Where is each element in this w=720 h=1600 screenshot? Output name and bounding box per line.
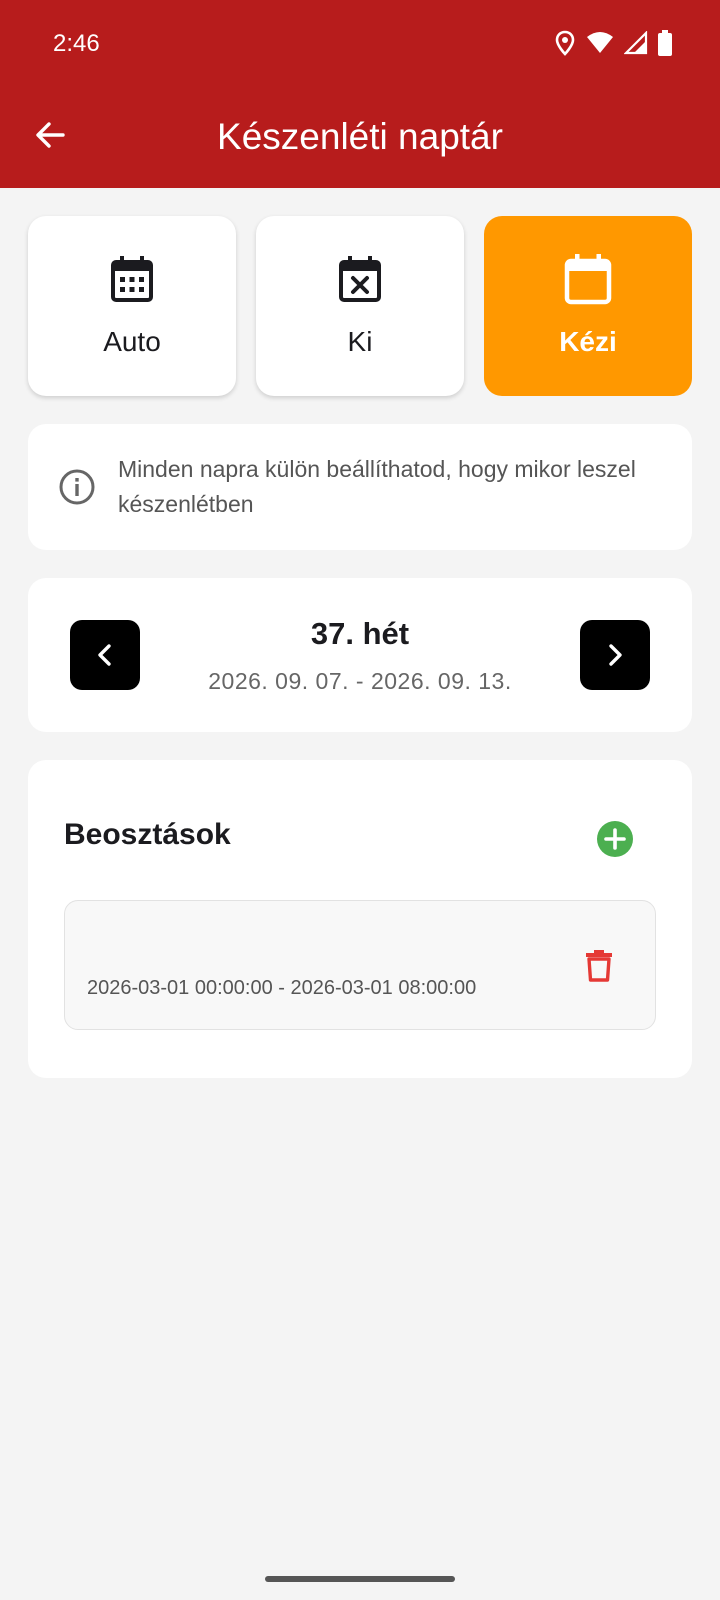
week-navigator: 37. hét 2026. 09. 07. - 2026. 09. 13.: [28, 578, 692, 732]
cellular-signal-icon: [624, 31, 648, 55]
wifi-icon: [587, 32, 613, 53]
calendar-month-icon: [111, 256, 153, 302]
schedules-title: Beosztások: [64, 818, 231, 851]
status-time: 2:46: [53, 30, 100, 57]
status-icons: [554, 30, 672, 56]
app-bar: 2:46 Készenléti naptár: [0, 0, 720, 188]
mode-manual-label: Kézi: [559, 326, 617, 357]
calendar-blank-icon: [564, 254, 612, 305]
mode-off-button[interactable]: Ki: [256, 216, 464, 396]
schedules-card: Beosztások 2026-03-01 00:00:00 - 2026-03…: [28, 760, 692, 1078]
info-outline-icon: [59, 469, 95, 505]
page-title: Készenléti naptár: [217, 116, 503, 157]
schedule-entry-range: 2026-03-01 00:00:00 - 2026-03-01 08:00:0…: [87, 977, 477, 999]
add-schedule-button[interactable]: [596, 820, 634, 858]
mode-selector: Auto Ki Kézi: [28, 216, 692, 396]
mode-auto-button[interactable]: Auto: [28, 216, 236, 396]
home-indicator[interactable]: [265, 1576, 455, 1582]
location-icon: [555, 30, 575, 56]
next-week-button[interactable]: [580, 620, 650, 690]
calendar-remove-icon: [339, 256, 381, 302]
add-circle-icon: [597, 821, 633, 857]
mode-manual-button[interactable]: Kézi: [484, 216, 692, 396]
chevron-right-icon: [609, 644, 622, 666]
mode-off-label: Ki: [347, 326, 373, 357]
delete-schedule-button[interactable]: [579, 945, 619, 985]
battery-icon: [658, 30, 672, 56]
info-card: Minden napra külön beállíthatod, hogy mi…: [28, 424, 692, 550]
schedule-entry: 2026-03-01 00:00:00 - 2026-03-01 08:00:0…: [64, 900, 656, 1030]
trash-icon: [586, 950, 612, 982]
mode-auto-label: Auto: [103, 326, 161, 357]
info-text: Minden napra külön beállíthatod, hogy mi…: [118, 456, 636, 517]
